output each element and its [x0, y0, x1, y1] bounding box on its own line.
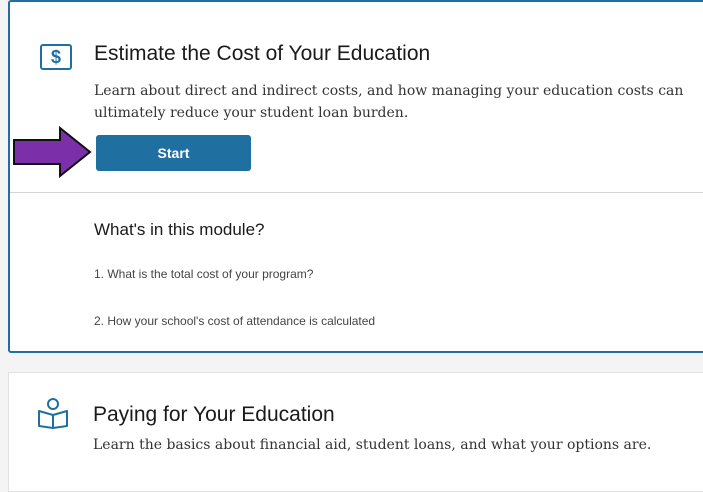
- start-button[interactable]: Start: [96, 135, 251, 171]
- whats-in-module-heading: What's in this module?: [94, 220, 265, 239]
- module-topic-item: 2. How your school's cost of attendance …: [94, 314, 376, 328]
- module-title: Estimate the Cost of Your Education: [94, 42, 431, 65]
- module-description: Learn the basics about financial aid, st…: [93, 437, 652, 453]
- reading-person-icon: [38, 398, 68, 429]
- pointer-arrow-icon: [13, 126, 92, 178]
- module-title[interactable]: Paying for Your Education: [93, 403, 335, 427]
- module-card-paying: Paying for Your Education Learn the basi…: [8, 372, 703, 492]
- dollar-sign-icon: $: [40, 44, 72, 70]
- module-description: Learn about direct and indirect costs, a…: [94, 83, 684, 121]
- divider: [10, 192, 703, 193]
- module-card-estimate-cost: $ Estimate the Cost of Your Education Le…: [8, 0, 703, 353]
- module-topic-item: 1. What is the total cost of your progra…: [94, 267, 314, 281]
